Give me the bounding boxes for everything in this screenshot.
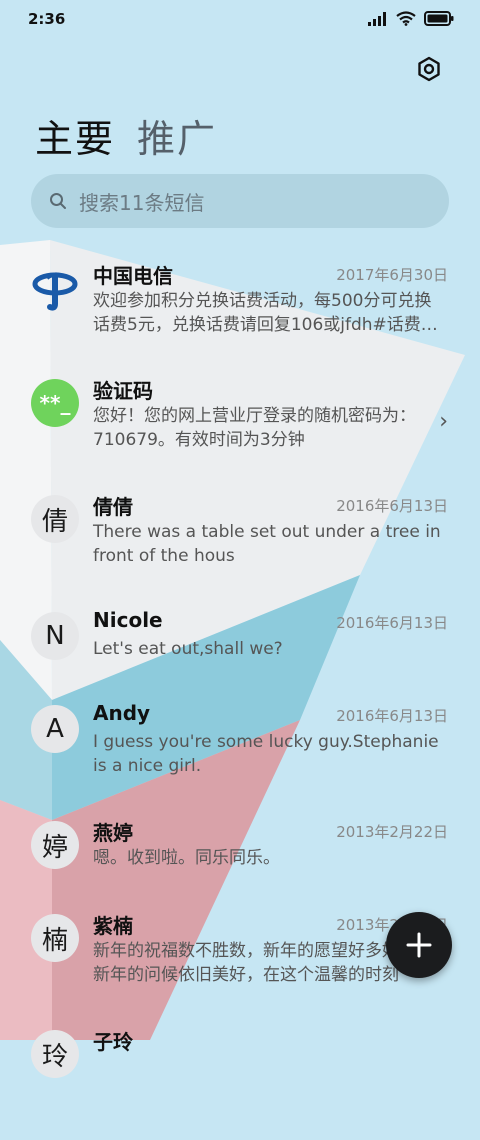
conversation-item[interactable]: 中国电信 2017年6月30日 欢迎参加积分兑换话费活动，每500分可兑换话费5… (0, 264, 480, 374)
search-input[interactable]: 搜索11条短信 (31, 174, 449, 228)
message-preview: I guess you're some lucky guy.Stephanie … (93, 732, 439, 776)
message-date: 2017年6月30日 (336, 266, 448, 284)
contact-name: 验证码 (93, 379, 153, 403)
message-date: 2016年6月13日 (336, 497, 448, 515)
plus-icon (406, 932, 432, 958)
search-placeholder: 搜索11条短信 (79, 190, 205, 215)
message-preview: 欢迎参加积分兑换话费活动，每500分可兑换话费5元，兑换话费请回复106或jfd… (93, 291, 438, 335)
avatar: 玲 (31, 1030, 79, 1078)
tab-primary[interactable]: 主要 (35, 108, 115, 163)
search-icon (50, 193, 66, 209)
message-preview: There was a table set out under a tree i… (93, 522, 441, 566)
tab-bar: 主要 推广 (35, 108, 217, 163)
message-date: 2016年6月13日 (336, 614, 448, 632)
battery-icon (424, 11, 454, 26)
status-time: 2:36 (28, 10, 66, 28)
contact-name: 紫楠 (93, 914, 133, 938)
message-preview: 嗯。收到啦。同乐同乐。 (93, 848, 280, 868)
message-preview: Let's eat out,shall we? (93, 639, 283, 659)
contact-name: 燕婷 (93, 821, 133, 845)
chevron-right-icon[interactable]: › (439, 409, 448, 434)
conversation-item[interactable]: A Andy 2016年6月13日 I guess you're some lu… (0, 701, 480, 815)
conversation-item[interactable]: 倩 倩倩 2016年6月13日 There was a table set ou… (0, 495, 480, 605)
wifi-icon (396, 11, 416, 26)
signal-icon (368, 11, 386, 26)
conversation-item[interactable]: **_ 验证码 您好！您的网上营业厅登录的随机密码为：710679。有效时间为3… (0, 379, 480, 489)
conversation-item[interactable]: 玲 子玲 (0, 1030, 480, 1140)
contact-name: 倩倩 (93, 495, 133, 519)
avatar: N (31, 612, 79, 660)
new-message-button[interactable] (386, 912, 452, 978)
settings-icon[interactable] (416, 56, 442, 82)
contact-name: 子玲 (93, 1030, 133, 1054)
contact-name: Nicole (93, 608, 163, 632)
avatar: **_ (31, 379, 79, 427)
avatar: 婷 (31, 821, 79, 869)
message-date: 2016年6月13日 (336, 707, 448, 725)
contact-name: 中国电信 (93, 264, 173, 288)
status-icons (368, 11, 454, 26)
message-date: 2013年2月22日 (336, 823, 448, 841)
contact-name: Andy (93, 701, 151, 725)
avatar: 倩 (31, 495, 79, 543)
avatar: A (31, 705, 79, 753)
tab-promotions[interactable]: 推广 (137, 108, 217, 163)
avatar: 楠 (31, 914, 79, 962)
message-preview: 您好！您的网上营业厅登录的随机密码为：710679。有效时间为3分钟 (93, 406, 416, 450)
china-telecom-logo (31, 264, 79, 312)
